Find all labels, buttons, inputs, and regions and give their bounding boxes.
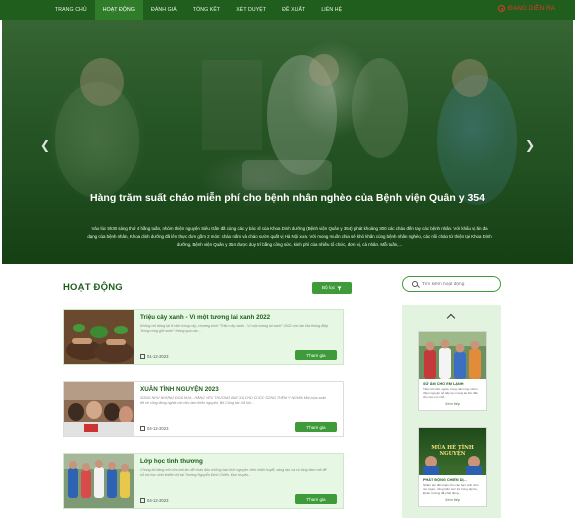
- nav-item-approval[interactable]: XÉT DUYỆT: [228, 0, 274, 20]
- chevron-left-icon[interactable]: ❮: [40, 138, 50, 152]
- join-button[interactable]: Tham gia: [295, 350, 337, 360]
- join-button[interactable]: Tham gia: [295, 494, 337, 504]
- featured-banner-text: MÙA HÈ TÌNH NGUYỆN: [431, 445, 474, 457]
- activity-date-text: 04-12-2023: [147, 426, 169, 431]
- featured-card[interactable]: SỬ ÂM CHO EM LẠNH Tiếp nối năm ngoái, tr…: [418, 331, 487, 411]
- nav-item-home[interactable]: TRANG CHỦ: [47, 0, 95, 20]
- activity-date: 04-12-2023: [140, 426, 168, 431]
- activity-image: [64, 382, 134, 436]
- activity-title[interactable]: Lớp học tình thương: [140, 458, 337, 465]
- hero-description: Vào lúc 5h30 sáng thứ 4 hằng tuần, nhóm …: [87, 226, 492, 247]
- featured-title[interactable]: PHÁT ĐỘNG CHIẾN DỊ...: [419, 475, 486, 483]
- nav-item-reviews[interactable]: ĐÁNH GIÁ: [143, 0, 185, 20]
- page-root: TRANG CHỦ HOẠT ĐỘNG ĐÁNH GIÁ TỔNG KẾT XÉ…: [0, 0, 575, 518]
- nav-item-proposal[interactable]: ĐỀ XUẤT: [274, 0, 313, 20]
- featured-description: Tiếp nối năm ngoái, trong năm nay nhóm t…: [423, 387, 479, 399]
- activity-excerpt: SỐNG NHƯ NHỮNG ĐÓA HOA - HĂNG YÊU THƯƠNG…: [140, 396, 327, 406]
- activity-image: [64, 310, 134, 364]
- activity-date: 04-12-2023: [140, 498, 168, 503]
- activity-card[interactable]: XUÂN TÌNH NGUYỆN 2023 SỐNG NHƯ NHỮNG ĐÓA…: [63, 381, 344, 437]
- search-icon: [412, 281, 418, 287]
- activity-excerpt: Không chỉ dừng lại ở việc trồng cây, chư…: [140, 324, 328, 334]
- activity-card[interactable]: Triệu cây xanh - Vì một tương lai xanh 2…: [63, 309, 344, 365]
- chevron-up-icon[interactable]: [446, 313, 456, 323]
- read-more-link[interactable]: Xem tiếp: [419, 399, 486, 410]
- live-label: ĐANG DIỄN RA: [508, 5, 555, 12]
- hero-banner[interactable]: ❮ ❯ Hàng trăm suất cháo miễn phí cho bện…: [2, 20, 573, 264]
- activity-content: Lớp học tình thương Chúng tôi đang mở cử…: [134, 454, 343, 508]
- featured-title[interactable]: SỬ ÂM CHO EM LẠNH: [419, 379, 486, 387]
- nav-item-activities[interactable]: HOẠT ĐỘNG: [94, 0, 143, 20]
- activity-date-text: 04-12-2023: [147, 498, 169, 503]
- hero-title[interactable]: Hàng trăm suất cháo miễn phí cho bệnh nh…: [2, 192, 573, 204]
- featured-description: Nhằm tạo điều kiện cho các bạn sinh viên…: [423, 483, 479, 495]
- activity-image: [64, 454, 134, 508]
- activity-content: Triệu cây xanh - Vì một tương lai xanh 2…: [134, 310, 343, 364]
- featured-image: [419, 332, 486, 379]
- filter-button[interactable]: Bộ lọc: [312, 282, 352, 294]
- filter-label: Bộ lọc: [321, 285, 336, 291]
- activity-excerpt: Chúng tôi đang mở cửa trái tim để chào đ…: [140, 468, 327, 478]
- live-icon: [498, 5, 506, 12]
- search-bar[interactable]: [402, 276, 501, 292]
- nav-item-summary[interactable]: TỔNG KẾT: [185, 0, 228, 20]
- featured-sidebar: SỬ ÂM CHO EM LẠNH Tiếp nối năm ngoái, tr…: [402, 305, 501, 518]
- activity-card[interactable]: Lớp học tình thương Chúng tôi đang mở cử…: [63, 453, 344, 509]
- featured-card[interactable]: MÙA HÈ TÌNH NGUYỆN PHÁT ĐỘNG CHIẾN DỊ...…: [418, 427, 487, 507]
- nav-menu: TRANG CHỦ HOẠT ĐỘNG ĐÁNH GIÁ TỔNG KẾT XÉ…: [47, 0, 350, 20]
- chevron-right-icon[interactable]: ❯: [525, 138, 535, 152]
- nav-item-contact[interactable]: LIÊN HỆ: [313, 0, 350, 20]
- activity-title[interactable]: Triệu cây xanh - Vì một tương lai xanh 2…: [140, 314, 337, 321]
- activity-date: 01-12-2023: [140, 354, 168, 359]
- top-navigation: TRANG CHỦ HOẠT ĐỘNG ĐÁNH GIÁ TỔNG KẾT XÉ…: [0, 0, 575, 20]
- calendar-icon: [140, 426, 145, 431]
- join-button[interactable]: Tham gia: [295, 422, 337, 432]
- activity-title[interactable]: XUÂN TÌNH NGUYỆN 2023: [140, 386, 337, 393]
- section-title: HOẠT ĐỘNG: [63, 282, 123, 293]
- activity-date-text: 01-12-2023: [147, 354, 169, 359]
- live-indicator[interactable]: ĐANG DIỄN RA: [498, 5, 555, 12]
- filter-icon: [337, 286, 342, 290]
- calendar-icon: [140, 498, 145, 503]
- activity-content: XUÂN TÌNH NGUYỆN 2023 SỐNG NHƯ NHỮNG ĐÓA…: [134, 382, 343, 436]
- featured-image: MÙA HÈ TÌNH NGUYỆN: [419, 428, 486, 475]
- read-more-link[interactable]: Xem tiếp: [419, 495, 486, 506]
- search-input[interactable]: [422, 281, 492, 287]
- calendar-icon: [140, 354, 145, 359]
